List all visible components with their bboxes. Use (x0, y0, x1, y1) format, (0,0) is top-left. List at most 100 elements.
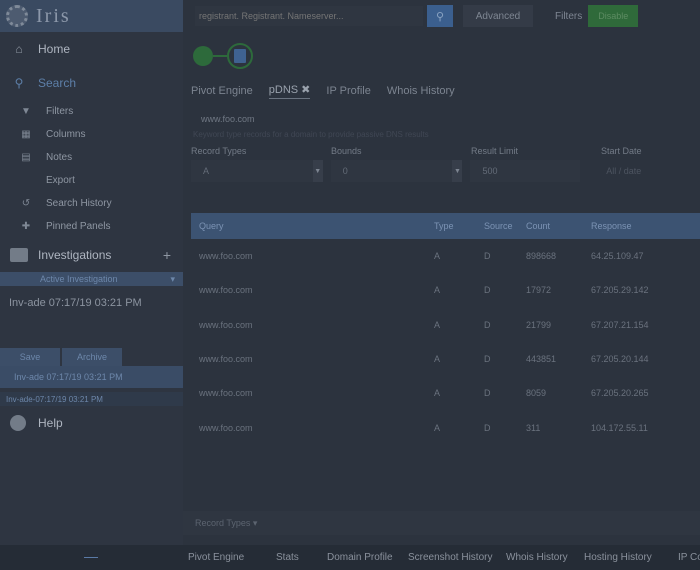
document-icon (234, 49, 246, 63)
sidebar-sub-search-history[interactable]: ↺ Search History (0, 192, 183, 215)
start-date-input[interactable]: All / date (600, 160, 700, 182)
cell-type: A (434, 422, 441, 433)
history-icon: ↺ (21, 198, 31, 209)
bottom-tab-ip-co[interactable]: IP Co (678, 552, 700, 563)
sidebar: Iris ⌂ Home ⚲ Search ▼ Filters ▦ Columns… (0, 0, 183, 570)
sidebar-item-label: Investigations (38, 248, 112, 262)
sidebar-item-home[interactable]: ⌂ Home (0, 32, 183, 66)
table-row[interactable]: www.foo.com A D 17972 67.205.29.142 (191, 273, 700, 307)
column-header-count[interactable]: Count (518, 213, 583, 239)
table-row[interactable]: www.foo.com A D 898668 64.25.109.47 (191, 239, 700, 273)
cell-count: 898668 (526, 251, 557, 262)
sidebar-item-label: Home (38, 42, 71, 56)
cell-type: A (434, 354, 441, 365)
cell-type: A (434, 388, 441, 399)
cell-source: D (484, 285, 491, 296)
cell-query[interactable]: www.foo.com (191, 239, 426, 273)
cell-type: A (434, 251, 441, 262)
search-icon: ⚲ (14, 76, 24, 90)
record-types-footer[interactable]: Record Types ▾ (183, 511, 700, 535)
active-investigation-label: Active Investigation (40, 274, 118, 284)
sidebar-sub-label: Search History (46, 198, 112, 209)
bottom-tab-hosting-history[interactable]: Hosting History (584, 552, 652, 563)
close-icon[interactable]: ✖ (301, 84, 310, 96)
cell-type: A (434, 285, 441, 296)
bottom-tab-screenshot-history[interactable]: Screenshot History (408, 552, 492, 563)
top-search-bar: ⚲ Advanced Filters Disable (183, 0, 700, 32)
record-types-label: Record Types (191, 146, 247, 156)
column-header-response[interactable]: Response (583, 213, 700, 239)
pdns-results-table: Query Type Source Count Response www.foo… (191, 213, 700, 445)
result-limit-input[interactable]: 500 (470, 160, 581, 182)
sidebar-sub-label: Notes (46, 152, 73, 163)
pivot-flow (183, 32, 700, 80)
table-row[interactable]: www.foo.com A D 21799 67.207.21.154 (191, 308, 700, 342)
tab-pivot-engine[interactable]: Pivot Engine (191, 85, 253, 97)
chevron-down-icon: ▾ (252, 517, 258, 528)
cell-query[interactable]: www.foo.com (191, 342, 426, 376)
pivot-node-current[interactable] (227, 43, 253, 69)
form-row: A ▼ 0 ▼ 500 All / date (183, 158, 700, 184)
advanced-button[interactable]: Advanced (463, 5, 533, 27)
cell-response[interactable]: 67.207.21.154 (583, 308, 700, 342)
panel-tabs: Pivot Engine pDNS ✖ IP Profile Whois His… (183, 80, 700, 102)
table-row[interactable]: www.foo.com A D 311 104.172.55.11 (191, 410, 700, 444)
tab-save[interactable]: Save (0, 348, 60, 366)
bounds-select[interactable]: 0 ▼ (330, 160, 463, 182)
cell-query[interactable]: www.foo.com (191, 410, 426, 444)
table-row[interactable]: www.foo.com A D 8059 67.205.20.265 (191, 376, 700, 410)
cell-query[interactable]: www.foo.com (191, 376, 426, 410)
bottom-tab-whois-history[interactable]: Whois History (506, 552, 568, 563)
search-icon: ⚲ (435, 10, 445, 23)
bottom-tab-stats[interactable]: Stats (276, 552, 299, 563)
sidebar-item-help[interactable]: Help (0, 406, 183, 440)
cell-query[interactable]: www.foo.com (191, 308, 426, 342)
home-icon: ⌂ (15, 42, 23, 56)
sidebar-item-label: Help (38, 416, 63, 430)
table-row[interactable]: www.foo.com A D 443851 67.205.20.144 (191, 342, 700, 376)
sidebar-sub-columns[interactable]: ▦ Columns (0, 123, 183, 146)
result-limit-value: 500 (482, 166, 498, 176)
bottom-tab-pivot-engine[interactable]: Pivot Engine (188, 552, 244, 563)
form-labels: Record Types Bounds Result Limit Start D… (183, 144, 700, 158)
record-type-value: A (203, 166, 210, 176)
sidebar-sub-notes[interactable]: ▤ Notes (0, 146, 183, 169)
selected-investigation-row[interactable]: Inv-ade 07:17/19 03:21 PM (0, 366, 183, 388)
bottom-tab-domain-profile[interactable]: Domain Profile (327, 552, 393, 563)
sidebar-sub-label: Export (46, 175, 75, 186)
investigation-list-item[interactable]: Inv-ade-07:17/19 03:21 PM (0, 392, 183, 406)
footer-label: Record Types (195, 518, 251, 528)
sidebar-item-search[interactable]: ⚲ Search (0, 66, 183, 100)
tab-archive[interactable]: Archive (62, 348, 122, 366)
query-value[interactable]: www.foo.com (183, 102, 700, 130)
search-button[interactable]: ⚲ (427, 5, 453, 27)
tab-whois-history[interactable]: Whois History (387, 85, 455, 97)
active-investigation-bar[interactable]: Active Investigation ▾ (0, 272, 183, 286)
cell-query[interactable]: www.foo.com (191, 273, 426, 307)
cell-source: D (484, 388, 491, 399)
filters-toggle-button[interactable]: Disable (588, 5, 639, 27)
cell-response[interactable]: 67.205.20.265 (583, 376, 700, 410)
cell-response[interactable]: 64.25.109.47 (583, 239, 700, 273)
add-investigation-icon[interactable]: + (163, 247, 171, 263)
cell-response[interactable]: 67.205.20.144 (583, 342, 700, 376)
table-header-row: Query Type Source Count Response (191, 213, 700, 239)
investigation-title: Inv-ade 07:17/19 03:21 PM (9, 297, 142, 309)
pin-icon: ✚ (21, 221, 31, 232)
tab-ip-profile[interactable]: IP Profile (326, 85, 370, 97)
cell-type: A (434, 319, 441, 330)
cell-response[interactable]: 67.205.29.142 (583, 273, 700, 307)
sidebar-item-investigations[interactable]: Investigations + (0, 238, 183, 272)
sidebar-sub-pinned-panels[interactable]: ✚ Pinned Panels (0, 215, 183, 238)
cell-response[interactable]: 104.172.55.11 (583, 410, 700, 444)
search-input[interactable] (195, 6, 423, 26)
column-header-query[interactable]: Query (191, 213, 426, 239)
sidebar-sub-export[interactable]: Export (0, 169, 183, 192)
sidebar-sub-filters[interactable]: ▼ Filters (0, 100, 183, 123)
app-logo-text: Iris (36, 4, 71, 27)
pivot-node-start[interactable] (193, 46, 213, 66)
column-header-source[interactable]: Source (476, 213, 518, 239)
tab-pdns[interactable]: pDNS ✖ (268, 83, 311, 99)
column-header-type[interactable]: Type (426, 213, 476, 239)
record-type-select[interactable]: A ▼ (191, 160, 323, 182)
